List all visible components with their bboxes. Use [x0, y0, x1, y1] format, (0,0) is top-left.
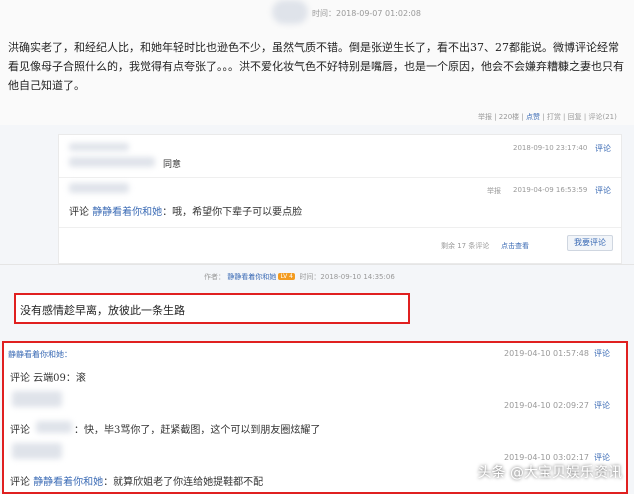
post-time: 时间：2018-09-07 01:02:08	[312, 9, 421, 18]
comment-link-1[interactable]: 评论	[594, 348, 610, 359]
tip-link[interactable]: | 打赏 |	[542, 113, 565, 121]
author-link[interactable]: 静静看着你和她	[227, 273, 276, 281]
quoted-reply: 评论 静静看着你和她：哦，希望你下辈子可以要点脸	[69, 207, 303, 218]
top-post: 时间：2018-09-07 01:02:08 洪确实老了，和经纪人比，和她年轻时…	[0, 0, 634, 125]
quoted-comment-link-2[interactable]: 评论	[595, 185, 611, 196]
post-actions: 举报 | 220楼 | 点赞 | 打赏 | 回复 | 评论(21)	[478, 113, 617, 121]
report-floor[interactable]: 举报 | 220楼 |	[478, 113, 524, 121]
author-line: 作者： 静静看着你和她 LV 4 时间：2018-09-10 14:35:06	[204, 273, 395, 281]
quoted-time-1: 2018-09-10 23:17:40	[513, 144, 588, 152]
remaining-comments: 剩余 17 条评论	[441, 242, 490, 250]
watermark: 头条 @大宝贝娱乐资讯	[477, 465, 622, 481]
reply-link[interactable]: 回复	[568, 113, 582, 121]
level-badge: LV 4	[278, 273, 295, 280]
divider	[0, 264, 634, 265]
comment-prefix-2: 评论	[10, 425, 30, 436]
comment-count-link[interactable]: 评论(21)	[588, 113, 616, 121]
comment-text-1: 评论 云端09：滚	[10, 373, 86, 384]
author-time: 时间：2018-09-10 14:35:06	[299, 273, 395, 281]
comment-row-3: 评论 静静看着你和她：就算欣姐老了你连给她提鞋都不配	[10, 477, 264, 488]
quoted-comments: 2018-09-10 23:17:40 评论 同意 举报 2019-04-09 …	[58, 134, 622, 264]
like-link[interactable]: 点赞	[526, 113, 540, 121]
comment-link-2[interactable]: 评论	[594, 400, 610, 411]
comments-header-user[interactable]: 静静看着你和她：	[8, 349, 72, 360]
comment-time-3: 2019-04-10 03:02:17	[504, 453, 589, 462]
comment-time-2: 2019-04-10 02:09:27	[504, 401, 589, 410]
quoted-report[interactable]: 举报	[487, 186, 501, 196]
write-comment-button[interactable]: 我要评论	[567, 235, 613, 251]
comment-user-link-3[interactable]: 静静看着你和她	[33, 477, 103, 488]
quoted-user-link[interactable]: 静静看着你和她	[92, 207, 162, 218]
highlighted-reply: 没有感情趁早离，放彼此一条生路	[14, 293, 410, 324]
quoted-time-2: 2019-04-09 16:53:59	[513, 186, 588, 194]
comment-time-1: 2019-04-10 01:57:48	[504, 349, 589, 358]
comment-text-2: ：快，毕3骂你了，赶紧截图，这个可以到朋友圈炫耀了	[74, 425, 321, 436]
view-more-link[interactable]: 点击查看	[501, 241, 529, 251]
post-body: 洪确实老了，和经纪人比，和她年轻时比也逊色不少，虽然气质不错。倒是张逆生长了，看…	[8, 41, 624, 92]
quoted-text-1: 同意	[163, 160, 182, 170]
reply-text: 没有感情趁早离，放彼此一条生路	[20, 304, 185, 317]
quoted-comment-link-1[interactable]: 评论	[595, 143, 611, 154]
